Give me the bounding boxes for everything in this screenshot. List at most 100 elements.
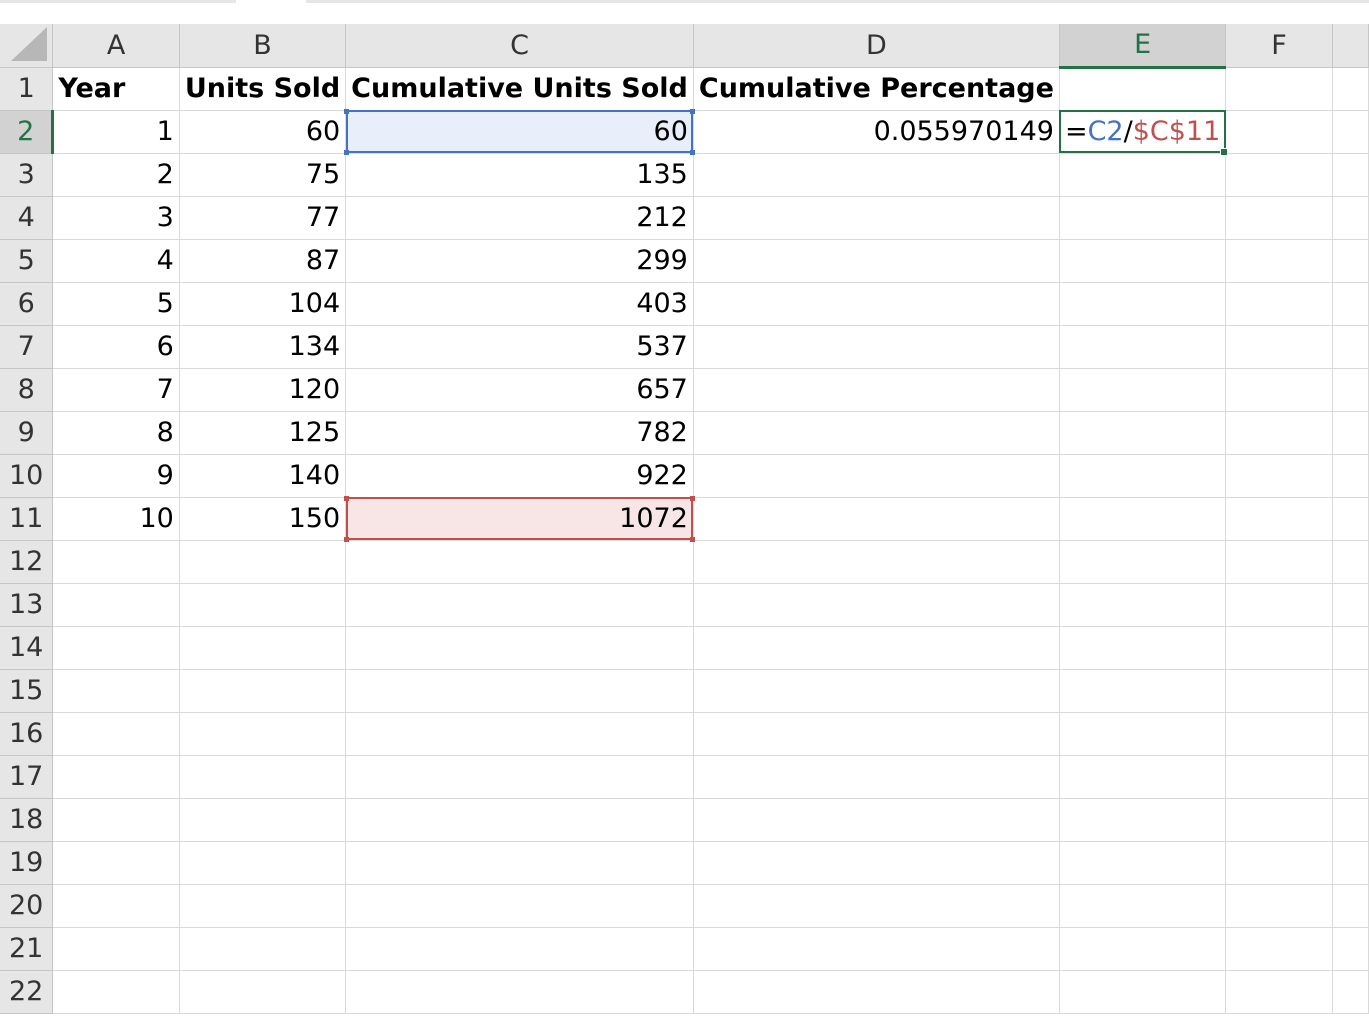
row-header[interactable]: 22 <box>0 970 54 1014</box>
cell-f10[interactable] <box>1225 454 1333 498</box>
cell-d6[interactable] <box>693 282 1060 326</box>
cell-g3[interactable] <box>1332 153 1369 197</box>
row-header[interactable]: 2 <box>0 110 55 154</box>
cell-d2[interactable]: 0.055970149 <box>693 110 1060 154</box>
cell-f4[interactable] <box>1225 196 1333 240</box>
cell-d3[interactable] <box>693 153 1060 197</box>
cell-g8[interactable] <box>1332 368 1369 412</box>
cell-f2[interactable] <box>1225 110 1333 154</box>
empty-cell[interactable] <box>179 669 347 713</box>
reference-handle[interactable] <box>689 149 695 155</box>
cell-a5[interactable]: 4 <box>52 239 180 283</box>
empty-cell[interactable] <box>52 884 180 928</box>
row-header[interactable]: 19 <box>0 841 54 885</box>
cell-f1[interactable] <box>1225 67 1333 111</box>
row-header[interactable]: 7 <box>0 325 54 369</box>
empty-cell[interactable] <box>1332 583 1369 627</box>
row-header[interactable]: 6 <box>0 282 54 326</box>
cell-a3[interactable]: 2 <box>52 153 180 197</box>
empty-cell[interactable] <box>1059 540 1227 584</box>
empty-cell[interactable] <box>1059 755 1227 799</box>
empty-cell[interactable] <box>1332 669 1369 713</box>
row-header[interactable]: 14 <box>0 626 54 670</box>
empty-cell[interactable] <box>1059 712 1227 756</box>
empty-cell[interactable] <box>1059 626 1227 670</box>
cell-c1[interactable]: Cumulative Units Sold <box>345 67 694 111</box>
cell-c7[interactable]: 537 <box>345 325 694 369</box>
empty-cell[interactable] <box>693 970 1060 1014</box>
empty-cell[interactable] <box>52 841 180 885</box>
cell-c9[interactable]: 782 <box>345 411 694 455</box>
empty-cell[interactable] <box>179 755 347 799</box>
row-header[interactable]: 4 <box>0 196 54 240</box>
empty-cell[interactable] <box>693 583 1060 627</box>
empty-cell[interactable] <box>52 712 180 756</box>
empty-cell[interactable] <box>345 841 694 885</box>
cell-c5[interactable]: 299 <box>345 239 694 283</box>
reference-handle[interactable] <box>689 108 695 114</box>
empty-cell[interactable] <box>345 755 694 799</box>
empty-cell[interactable] <box>52 626 180 670</box>
cell-d10[interactable] <box>693 454 1060 498</box>
cell-a6[interactable]: 5 <box>52 282 180 326</box>
empty-cell[interactable] <box>179 798 347 842</box>
empty-cell[interactable] <box>345 927 694 971</box>
empty-cell[interactable] <box>1225 798 1333 842</box>
empty-cell[interactable] <box>1059 669 1227 713</box>
cell-f11[interactable] <box>1225 497 1333 541</box>
cell-e9[interactable] <box>1059 411 1227 455</box>
empty-cell[interactable] <box>1332 712 1369 756</box>
empty-cell[interactable] <box>179 583 347 627</box>
empty-cell[interactable] <box>345 669 694 713</box>
cell-b1[interactable]: Units Sold <box>179 67 347 111</box>
row-header[interactable]: 21 <box>0 927 54 971</box>
row-header[interactable]: 15 <box>0 669 54 713</box>
empty-cell[interactable] <box>693 841 1060 885</box>
cell-c3[interactable]: 135 <box>345 153 694 197</box>
empty-cell[interactable] <box>693 626 1060 670</box>
select-all-button[interactable] <box>0 24 54 68</box>
row-header[interactable]: 18 <box>0 798 54 842</box>
empty-cell[interactable] <box>1059 970 1227 1014</box>
cell-b7[interactable]: 134 <box>179 325 347 369</box>
empty-cell[interactable] <box>693 884 1060 928</box>
cell-b11[interactable]: 150 <box>179 497 347 541</box>
empty-cell[interactable] <box>179 841 347 885</box>
empty-cell[interactable] <box>1225 712 1333 756</box>
reference-handle[interactable] <box>689 495 695 501</box>
cell-a10[interactable]: 9 <box>52 454 180 498</box>
cell-e7[interactable] <box>1059 325 1227 369</box>
cell-a9[interactable]: 8 <box>52 411 180 455</box>
empty-cell[interactable] <box>1225 540 1333 584</box>
row-header[interactable]: 10 <box>0 454 54 498</box>
empty-cell[interactable] <box>52 755 180 799</box>
row-header[interactable]: 5 <box>0 239 54 283</box>
empty-cell[interactable] <box>693 712 1060 756</box>
row-header[interactable]: 20 <box>0 884 54 928</box>
empty-cell[interactable] <box>52 927 180 971</box>
cell-g10[interactable] <box>1332 454 1369 498</box>
cell-g9[interactable] <box>1332 411 1369 455</box>
empty-cell[interactable] <box>693 540 1060 584</box>
cell-c8[interactable]: 657 <box>345 368 694 412</box>
row-header[interactable]: 3 <box>0 153 54 197</box>
cell-f8[interactable] <box>1225 368 1333 412</box>
column-header-c[interactable]: C <box>345 24 694 68</box>
empty-cell[interactable] <box>1225 841 1333 885</box>
cell-c10[interactable]: 922 <box>345 454 694 498</box>
empty-cell[interactable] <box>1332 970 1369 1014</box>
empty-cell[interactable] <box>1332 755 1369 799</box>
empty-cell[interactable] <box>179 927 347 971</box>
empty-cell[interactable] <box>1225 755 1333 799</box>
cell-d5[interactable] <box>693 239 1060 283</box>
row-header[interactable]: 1 <box>0 67 54 111</box>
row-header[interactable]: 12 <box>0 540 54 584</box>
cell-d4[interactable] <box>693 196 1060 240</box>
empty-cell[interactable] <box>179 540 347 584</box>
active-cell-e2[interactable]: =C2/$C$11 <box>1059 110 1229 156</box>
cell-e5[interactable] <box>1059 239 1227 283</box>
reference-handle[interactable] <box>344 108 350 114</box>
reference-handle[interactable] <box>344 149 350 155</box>
empty-cell[interactable] <box>1059 583 1227 627</box>
cell-d7[interactable] <box>693 325 1060 369</box>
